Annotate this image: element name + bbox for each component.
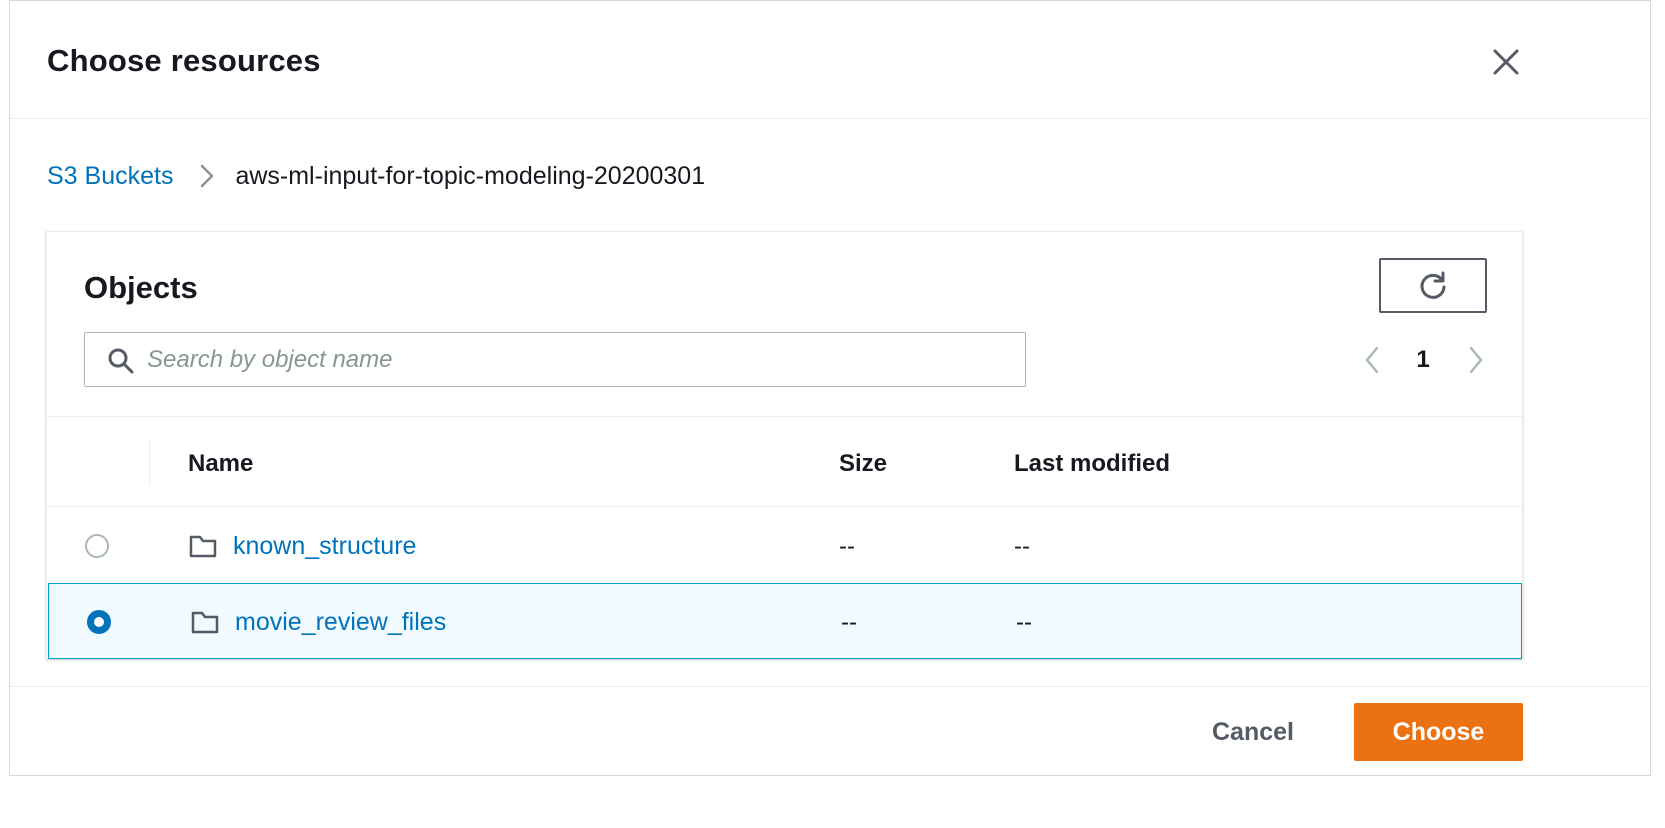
modal-title: Choose resources	[47, 43, 321, 78]
choose-resources-modal: Choose resources S3 Buckets aws-ml-input…	[9, 0, 1651, 776]
objects-title: Objects	[84, 270, 198, 305]
breadcrumb-current-bucket: aws-ml-input-for-topic-modeling-20200301	[235, 161, 706, 190]
object-last-modified: --	[1016, 609, 1032, 636]
chevron-left-icon	[1365, 346, 1379, 374]
object-name-link[interactable]: known_structure	[233, 532, 416, 561]
object-size: --	[841, 609, 857, 636]
close-icon	[1493, 49, 1519, 75]
breadcrumb: S3 Buckets aws-ml-input-for-topic-modeli…	[47, 159, 705, 193]
modal-header: Choose resources	[10, 1, 1650, 119]
refresh-icon	[1420, 271, 1446, 299]
object-size: --	[839, 533, 855, 560]
modal-footer: Cancel Choose	[10, 686, 1650, 776]
search-icon	[108, 348, 134, 374]
folder-icon	[189, 535, 217, 558]
column-header-size[interactable]: Size	[839, 450, 887, 478]
table-row[interactable]: known_structure -- --	[47, 508, 1522, 584]
objects-header: Objects 1	[47, 232, 1522, 417]
row-radio-button[interactable]	[85, 534, 109, 558]
column-divider	[149, 441, 150, 485]
row-radio-button[interactable]	[87, 610, 111, 634]
table-header: Name Size Last modified	[47, 417, 1522, 507]
table-row[interactable]: movie_review_files -- --	[48, 583, 1522, 659]
objects-table-container: Objects 1	[46, 231, 1523, 659]
previous-page-button[interactable]	[1352, 340, 1392, 380]
column-header-last-modified[interactable]: Last modified	[1014, 450, 1170, 478]
close-button[interactable]	[1486, 42, 1526, 82]
object-name-link[interactable]: movie_review_files	[235, 608, 446, 637]
pagination: 1	[1352, 340, 1492, 380]
column-header-name[interactable]: Name	[188, 450, 253, 478]
page-number[interactable]: 1	[1408, 346, 1438, 374]
breadcrumb-s3-buckets-link[interactable]: S3 Buckets	[47, 162, 173, 191]
search-input[interactable]	[147, 341, 1007, 379]
choose-button[interactable]: Choose	[1354, 703, 1523, 761]
object-last-modified: --	[1014, 533, 1030, 560]
folder-icon	[191, 611, 219, 634]
next-page-button[interactable]	[1456, 340, 1496, 380]
chevron-right-icon	[1469, 346, 1483, 374]
refresh-button[interactable]	[1379, 258, 1487, 313]
cancel-button[interactable]: Cancel	[1190, 703, 1316, 761]
chevron-right-icon	[199, 163, 215, 189]
search-box	[84, 332, 1026, 387]
